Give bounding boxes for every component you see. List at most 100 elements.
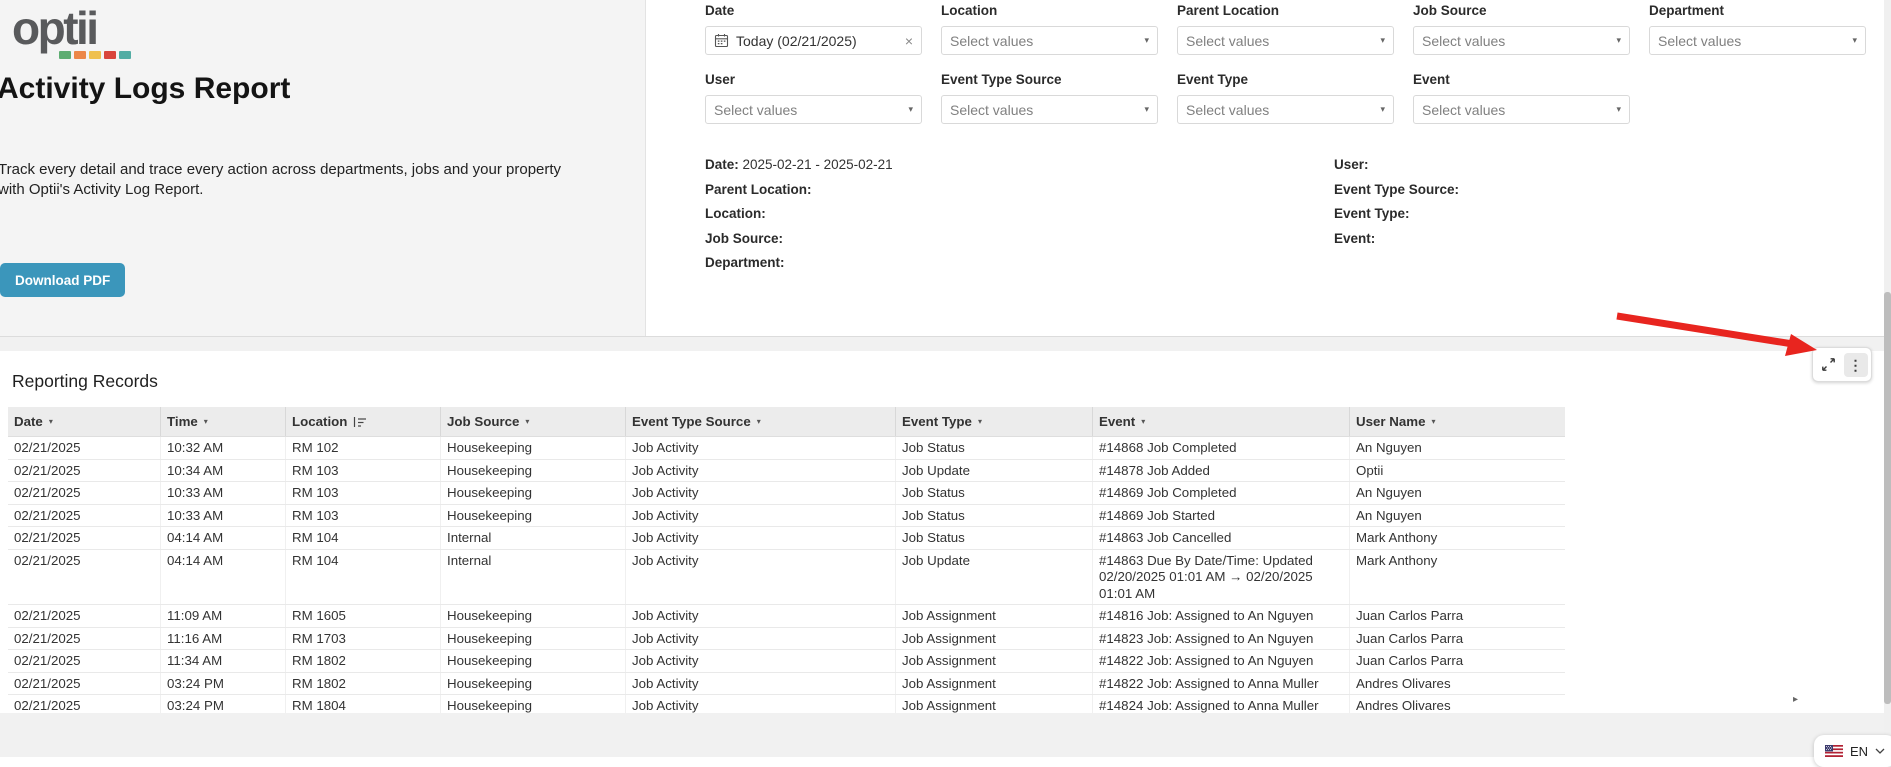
records-table-body: 02/21/2025 10:32 AM RM 102 Housekeeping Job … (8, 437, 1565, 713)
cell-location: RM 103 (285, 482, 440, 504)
column-header-user-name[interactable]: User Name ▾ (1349, 407, 1565, 436)
kebab-menu-button[interactable]: ⋮ (1843, 352, 1868, 377)
cell-time: 04:14 AM (160, 549, 285, 604)
cell-event-type: Job Status (895, 504, 1092, 526)
cell-event: #14868 Job Completed (1092, 437, 1349, 459)
column-header-event[interactable]: Event ▾ (1092, 407, 1349, 436)
cell-event: #14869 Job Started (1092, 504, 1349, 526)
user-dropdown[interactable]: Select values ▾ (705, 95, 922, 124)
cell-date: 02/21/2025 (14, 507, 81, 523)
optii-logo: optii (12, 2, 131, 66)
cell-job-source: Internal (440, 527, 625, 549)
chevron-down-icon (1875, 748, 1885, 754)
language-label: EN (1850, 743, 1869, 759)
filter-user: User Select values ▾ (705, 72, 922, 124)
dropdown-placeholder: Select values (1186, 101, 1270, 118)
language-selector[interactable]: EN (1814, 735, 1891, 767)
summary-right-column: User: Event Type Source: Event Type: Event: (1334, 157, 1459, 255)
cell-time: 10:34 AM (160, 459, 285, 481)
parent-location-dropdown[interactable]: Select values ▾ (1177, 26, 1394, 55)
cell-date: 02/21/2025 (14, 462, 81, 478)
column-header-label: Event Type Source (632, 414, 751, 429)
chevron-down-icon: ▾ (1852, 35, 1857, 45)
column-header-label: Time (167, 414, 198, 429)
cell-event-type: Job Update (895, 549, 1092, 604)
logo-square-0 (59, 51, 71, 59)
cell-date: 02/21/2025 (14, 698, 81, 713)
column-header-job-source[interactable]: Job Source ▾ (440, 407, 625, 436)
cell-user-name: Optii (1349, 459, 1565, 481)
section-gap (0, 337, 1891, 351)
cell-job-source: Housekeeping (440, 672, 625, 694)
cell-time: 10:33 AM (160, 504, 285, 526)
column-header-event-type[interactable]: Event Type ▾ (895, 407, 1092, 436)
cell-event-type: Job Status (895, 482, 1092, 504)
expand-icon (1820, 356, 1837, 373)
clear-icon[interactable]: × (905, 34, 913, 48)
job-source-dropdown[interactable]: Select values ▾ (1413, 26, 1630, 55)
column-header-date[interactable]: Date ▾ (8, 407, 160, 436)
cell-location: RM 1605 (285, 605, 440, 627)
cell-event-type: Job Assignment (895, 605, 1092, 627)
cell-user-name: Andres Olivares (1349, 672, 1565, 694)
sort-caret-icon: ▾ (525, 417, 530, 426)
dropdown-placeholder: Select values (714, 101, 798, 118)
summary-department: Department: (705, 255, 893, 280)
cell-date: 02/21/2025 (14, 440, 81, 455)
filter-label: Department (1649, 3, 1725, 18)
cell-location: RM 1804 (285, 695, 440, 713)
activity-logs-report-page: { "brand": { "logo_text": "optii" }, "pa… (0, 0, 1891, 767)
vertical-scrollbar-thumb[interactable] (1884, 292, 1891, 704)
filter-label: Date (705, 3, 735, 18)
summary-job-source: Job Source: (705, 231, 893, 256)
table-row: 02/21/2025 10:33 AM RM 103 Housekeeping Job … (8, 482, 1565, 505)
reporting-records-title: Reporting Records (12, 371, 158, 391)
cell-event-type: Job Status (895, 437, 1092, 459)
cell-location: RM 102 (285, 437, 440, 459)
sort-caret-icon: ▾ (203, 417, 208, 426)
cell-user-name: An Nguyen (1349, 504, 1565, 526)
filter-event-type-source: Event Type Source Select values ▾ (941, 72, 1158, 124)
column-header-location[interactable]: Location (285, 407, 440, 436)
cell-date: 02/21/2025 (14, 630, 81, 646)
logo-square-1 (74, 51, 86, 59)
cell-event-type-source: Job Activity (625, 627, 895, 649)
column-header-label: Job Source (447, 414, 520, 429)
event-type-source-dropdown[interactable]: Select values ▾ (941, 95, 1158, 124)
sort-caret-icon: ▾ (1431, 417, 1436, 426)
cell-event-type: Job Assignment (895, 650, 1092, 672)
table-row: 02/21/2025 11:34 AM RM 1802 Housekeeping Job… (8, 650, 1565, 673)
date-date-picker[interactable]: Today (02/21/2025) × (705, 26, 922, 55)
optii-logo-text: optii (12, 2, 99, 54)
cell-event: #14822 Job: Assigned to Anna Muller (1092, 672, 1349, 694)
cell-time: 11:09 AM (160, 605, 285, 627)
chevron-down-icon: ▾ (1616, 104, 1621, 114)
column-header-event-type-source[interactable]: Event Type Source ▾ (625, 407, 895, 436)
horizontal-scroll-right-icon[interactable]: ▸ (1793, 694, 1798, 705)
column-header-label: Event Type (902, 414, 972, 429)
cell-event: #14816 Job: Assigned to An Nguyen (1092, 605, 1349, 627)
cell-user-name: An Nguyen (1349, 437, 1565, 459)
cell-job-source: Housekeeping (440, 459, 625, 481)
chevron-down-icon: ▾ (908, 104, 913, 114)
chevron-down-icon: ▾ (1144, 35, 1149, 45)
sort-caret-icon: ▾ (1141, 417, 1146, 426)
location-dropdown[interactable]: Select values ▾ (941, 26, 1158, 55)
panel-actions-toolbar: ⋮ (1812, 347, 1872, 382)
download-pdf-button[interactable]: Download PDF (0, 263, 126, 297)
event-dropdown[interactable]: Select values ▾ (1413, 95, 1630, 124)
filter-label: Event (1413, 72, 1450, 87)
logo-square-3 (104, 51, 116, 59)
table-row: 02/21/2025 11:16 AM RM 1703 Housekeeping Job… (8, 627, 1565, 650)
department-dropdown[interactable]: Select values ▾ (1649, 26, 1866, 55)
report-header-pane: optii Activity Logs Report Track every d… (0, 0, 646, 336)
expand-button[interactable] (1817, 353, 1841, 377)
filter-date: Date Today (02/21/2025) × (705, 3, 922, 55)
cell-time: 11:34 AM (160, 650, 285, 672)
column-header-time[interactable]: Time ▾ (160, 407, 285, 436)
event-type-dropdown[interactable]: Select values ▾ (1177, 95, 1394, 124)
cell-job-source: Housekeeping (440, 437, 625, 459)
cell-time: 03:24 PM (160, 672, 285, 694)
table-row: 02/21/2025 10:32 AM RM 102 Housekeeping Job … (8, 437, 1565, 460)
date-filter-value: Today (02/21/2025) (736, 32, 857, 49)
